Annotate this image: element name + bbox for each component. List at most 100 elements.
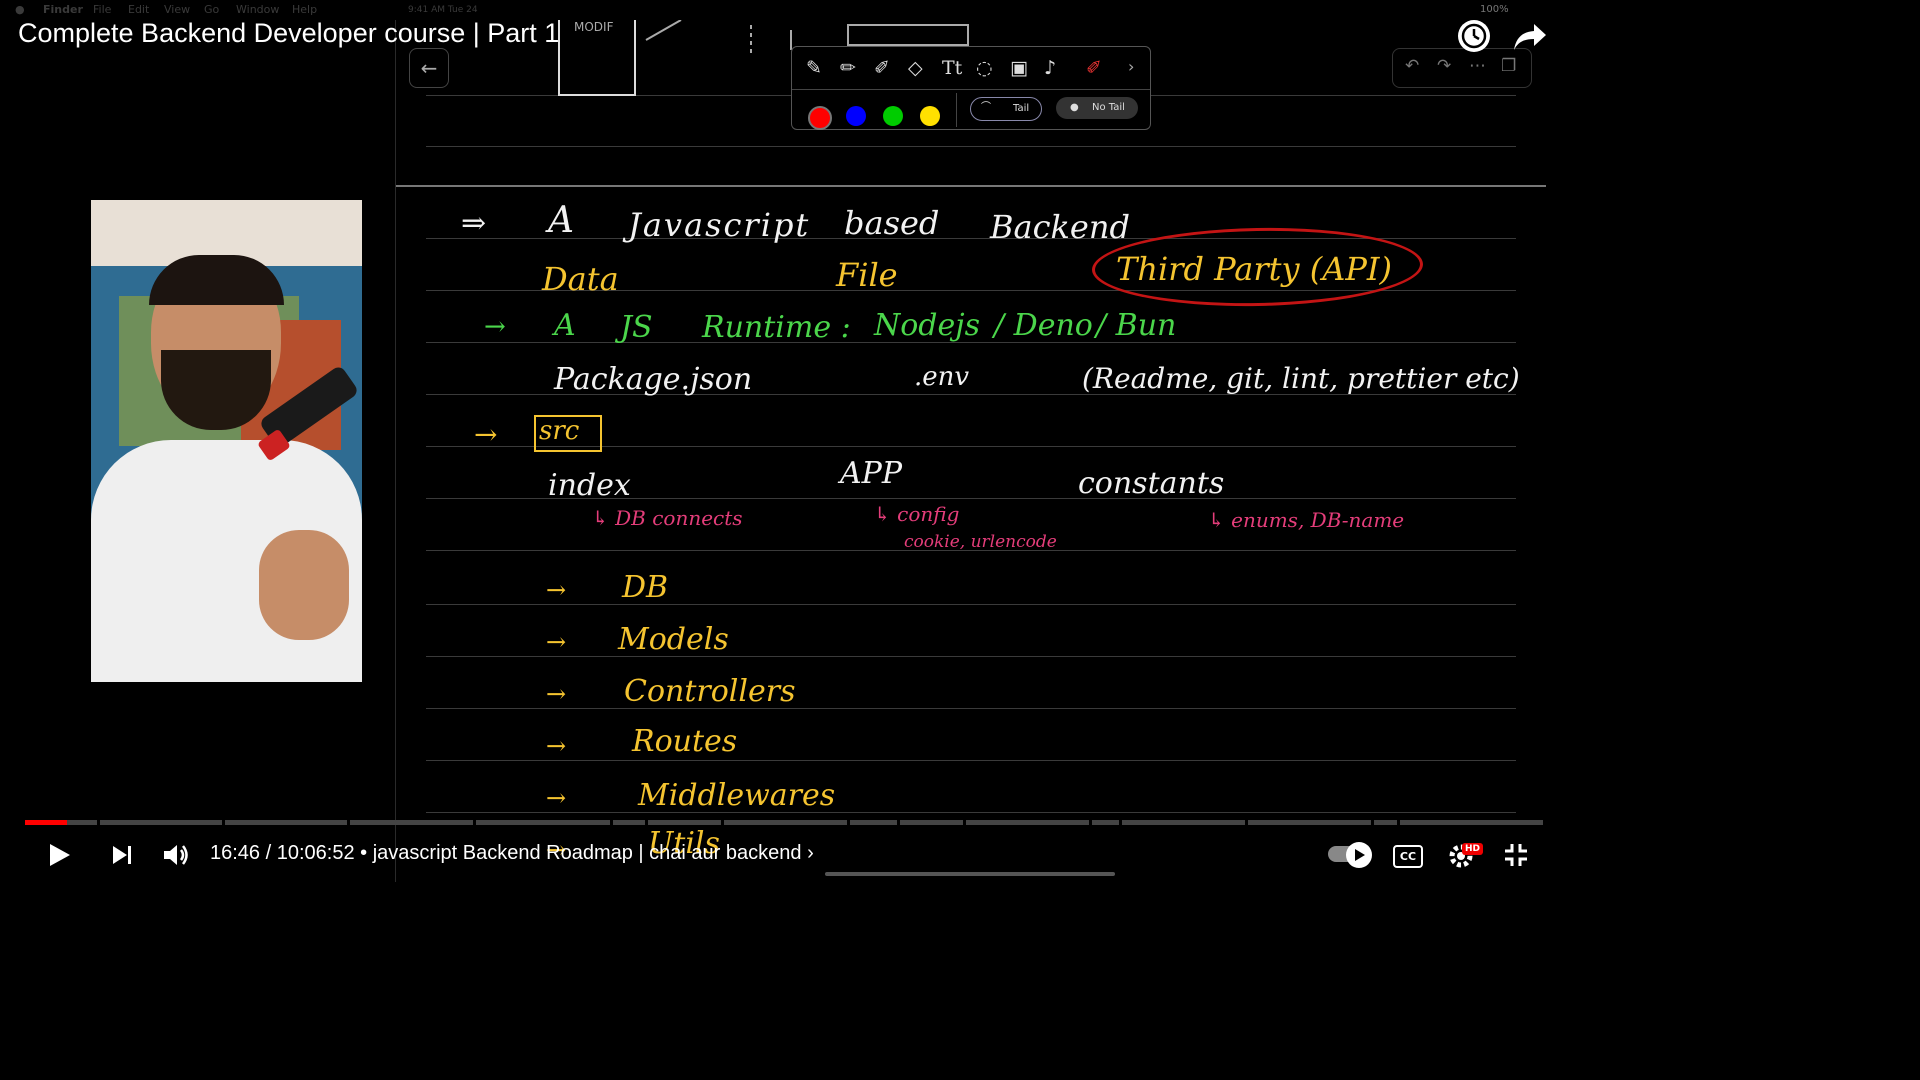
- note-text: (Readme, git, lint, prettier etc): [1082, 362, 1520, 395]
- menubar-item: File: [93, 3, 112, 16]
- image-icon[interactable]: ▣: [1010, 57, 1028, 79]
- note-text: Data: [542, 260, 619, 298]
- chapter-title[interactable]: javascript Backend Roadmap | chai aur ba…: [373, 842, 802, 864]
- next-button[interactable]: [110, 843, 134, 871]
- text-tool-icon[interactable]: Tt: [942, 57, 962, 79]
- no-tail-label: No Tail: [1092, 102, 1125, 113]
- presenter-webcam: [91, 200, 362, 682]
- chapter-gap: [222, 820, 225, 825]
- note-text: ↳ config: [874, 502, 960, 526]
- list-item: Middlewares: [638, 778, 836, 813]
- play-icon: [50, 844, 70, 866]
- apple-icon: ●: [15, 3, 25, 16]
- note-text: Runtime :: [702, 310, 851, 345]
- list-item: Models: [618, 622, 729, 657]
- no-tail-toggle[interactable]: ● No Tail: [1056, 97, 1138, 119]
- list-arrow: →: [546, 680, 567, 708]
- highlighter-icon[interactable]: ✐: [874, 57, 890, 79]
- tail-icon: ⌒: [981, 102, 991, 113]
- exit-fullscreen-icon: [1505, 844, 1527, 866]
- volume-icon: [164, 845, 188, 865]
- video-title[interactable]: Complete Backend Developer course | Part…: [18, 18, 559, 49]
- chevron-right-icon[interactable]: ›: [807, 842, 814, 864]
- chapter-gap: [963, 820, 966, 825]
- note-arrow: ⇒: [461, 206, 487, 241]
- document-tools: ↶ ↷ ⋯ ❐: [1392, 48, 1532, 88]
- list-arrow: →: [546, 732, 567, 760]
- color-swatch-red[interactable]: [808, 106, 832, 130]
- list-arrow: →: [546, 576, 567, 604]
- watch-later-button[interactable]: [1458, 20, 1490, 52]
- lasso-icon[interactable]: ◌: [976, 57, 993, 79]
- menubar-item: Window: [236, 3, 280, 16]
- chapter-gap: [1371, 820, 1374, 825]
- menubar-clock: 9:41 AM Tue 24: [408, 5, 478, 15]
- note-text: A: [554, 308, 576, 343]
- note-arrow: →: [474, 418, 498, 451]
- color-swatch-green[interactable]: [883, 106, 903, 126]
- menubar-item: Help: [292, 3, 318, 16]
- eraser-icon[interactable]: ◇: [908, 57, 923, 79]
- chapter-gap: [347, 820, 350, 825]
- chapter-gap: [1245, 820, 1248, 825]
- hd-badge: HD: [1462, 843, 1484, 855]
- chapter-gap: [721, 820, 724, 825]
- note-text: / Bun: [1096, 308, 1177, 343]
- ruled-line: [426, 760, 1516, 761]
- clock-icon: [1461, 23, 1487, 49]
- time-display: 16:46 / 10:06:52 • javascript Backend Ro…: [210, 842, 814, 865]
- more-icon[interactable]: ⋯: [1469, 56, 1486, 76]
- menubar-item: Edit: [128, 3, 150, 16]
- color-swatch-yellow[interactable]: [920, 106, 940, 126]
- chapter-gap: [97, 820, 100, 825]
- note-text: index: [548, 468, 631, 503]
- autoplay-play-icon[interactable]: [1346, 842, 1372, 868]
- color-swatch-blue[interactable]: [846, 106, 866, 126]
- notes-canvas[interactable]: MODIF ← ✎ ✏ ✐ ◇ Tt ◌ ▣ ♪ ✐ › ⌒ Tail ● No…: [395, 20, 1569, 882]
- note-text: ↳ DB connects: [592, 506, 743, 530]
- ruled-line: [426, 708, 1516, 709]
- chapter-gap: [1119, 820, 1122, 825]
- list-item: DB: [622, 570, 669, 605]
- tail-toggle[interactable]: ⌒ Tail: [970, 97, 1042, 121]
- chapter-markers: [25, 820, 1543, 825]
- note-text: Nodejs: [874, 308, 980, 343]
- exit-fullscreen-button[interactable]: [1503, 842, 1529, 872]
- battery-label: 100%: [1480, 4, 1509, 15]
- share-icon: [1514, 24, 1546, 50]
- presenter-hand: [259, 530, 349, 640]
- time-separator: /: [265, 842, 277, 864]
- note-text: based: [844, 204, 940, 242]
- back-button[interactable]: ←: [409, 48, 449, 88]
- pen-toolbar: ✎ ✏ ✐ ◇ Tt ◌ ▣ ♪ ✐ › ⌒ Tail ● No Tail: [791, 46, 1151, 130]
- ruled-line: [426, 146, 1516, 147]
- scroll-indicator[interactable]: [825, 872, 1115, 876]
- captions-button[interactable]: CC: [1393, 845, 1423, 868]
- menubar-item: Go: [204, 3, 220, 16]
- note-arrow: →: [484, 312, 506, 342]
- undo-icon[interactable]: ↶: [1405, 56, 1419, 76]
- chapter-gap: [610, 820, 613, 825]
- note-text: JS: [620, 310, 653, 345]
- pages-icon[interactable]: ❐: [1501, 56, 1516, 76]
- ruled-line: [426, 656, 1516, 657]
- redo-icon[interactable]: ↷: [1437, 56, 1451, 76]
- note-text: .env: [914, 362, 970, 392]
- menubar-item: Finder: [43, 3, 83, 16]
- menubar-item: View: [164, 3, 191, 16]
- chapter-gap: [847, 820, 850, 825]
- laser-pointer-icon[interactable]: ✐: [1086, 57, 1102, 79]
- note-text: APP: [840, 456, 903, 491]
- note-text: Backend: [990, 208, 1130, 246]
- share-button[interactable]: [1512, 20, 1548, 54]
- play-button[interactable]: [46, 842, 72, 872]
- microphone-icon[interactable]: ♪: [1044, 57, 1056, 79]
- pen-icon[interactable]: ✎: [806, 57, 822, 79]
- tail-label: Tail: [1013, 103, 1030, 114]
- chevron-right-icon[interactable]: ›: [1128, 57, 1134, 76]
- duration: 10:06:52: [276, 842, 355, 864]
- pencil-icon[interactable]: ✏: [840, 57, 856, 79]
- ruled-line: [426, 812, 1516, 813]
- chapter-gap: [1089, 820, 1092, 825]
- volume-button[interactable]: [162, 842, 190, 872]
